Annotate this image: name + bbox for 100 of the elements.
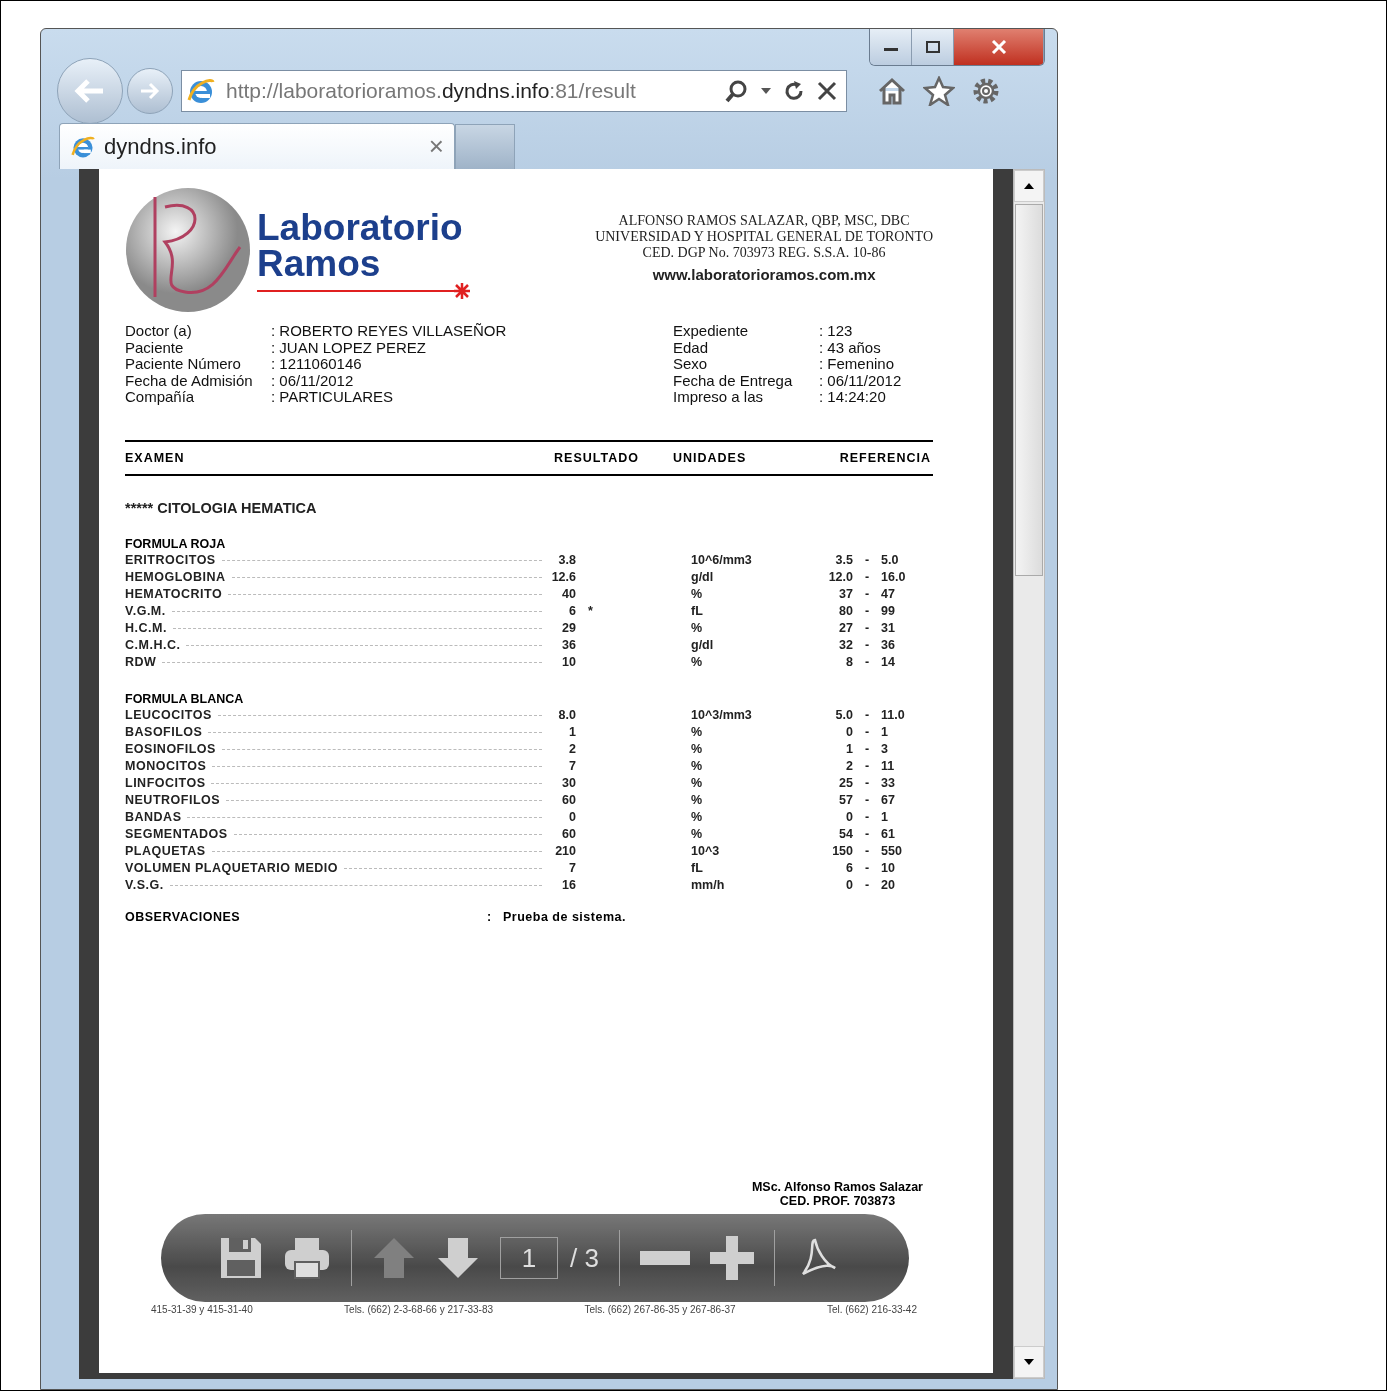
maximize-button[interactable] [912, 29, 954, 65]
unit-text: g/dl [691, 568, 715, 586]
website-text: www.laboratorioramos.com.mx [651, 266, 877, 283]
sphere-logo-icon [125, 187, 251, 313]
result-value: 3.8 [557, 551, 576, 569]
reference-high: 31 [881, 619, 896, 637]
unit-text: 10^6/mm3 [691, 551, 753, 569]
maximize-icon [925, 41, 940, 53]
print-icon[interactable] [283, 1236, 331, 1280]
result-value: 2 [568, 740, 576, 758]
down-arrow-icon[interactable] [436, 1236, 480, 1280]
reference-dash: - [863, 619, 871, 637]
result-value: 29 [561, 619, 576, 637]
scroll-thumb[interactable] [1015, 204, 1043, 576]
save-icon[interactable] [219, 1236, 263, 1280]
column-header: EXAMEN [125, 450, 186, 465]
globe-e-icon [186, 76, 216, 106]
result-value: 16 [561, 876, 576, 894]
column-header: RESULTADO [553, 450, 639, 465]
close-icon[interactable] [816, 80, 838, 102]
reference-dash: - [863, 706, 871, 724]
field-label: Paciente Número [125, 356, 242, 373]
reference-dash: - [863, 585, 871, 603]
reference-high: 33 [881, 774, 896, 792]
reference-high: 67 [881, 791, 896, 809]
footer-phone-text: Tels. (662) 2-3-68-66 y 217-33-83 [344, 1303, 494, 1315]
credential-line: CED. DGP No. 703973 REG. S.S.A. 10-86 [641, 245, 887, 261]
result-value: 1 [568, 723, 576, 741]
lab-name: Laboratorio [257, 210, 464, 246]
test-name: SEGMENTADOS [125, 825, 228, 843]
reference-dash: - [863, 859, 871, 877]
reference-dash: - [863, 723, 871, 741]
star-icon[interactable] [923, 76, 955, 106]
lab-name: Ramos [257, 246, 382, 282]
reference-high: 20 [881, 876, 896, 894]
page-number-field[interactable]: 1 [500, 1237, 558, 1279]
result-value: 36 [561, 636, 576, 654]
reference-high: 550 [881, 842, 903, 860]
minimize-button[interactable] [870, 29, 912, 65]
footer-phone-text: Tel. (662) 216-33-42 [826, 1303, 917, 1315]
reference-dash: - [863, 876, 871, 894]
field-value: : PARTICULARES [271, 389, 394, 406]
result-value: 7 [568, 757, 576, 775]
result-value: 60 [561, 791, 576, 809]
test-name: NEUTROFILOS [125, 791, 221, 809]
tab-close-button[interactable]: × [428, 131, 444, 162]
settings-icon[interactable] [971, 76, 1001, 106]
reference-high: 11.0 [881, 706, 906, 724]
field-label: Edad [673, 339, 709, 356]
group-title: FORMULA BLANCA [125, 690, 245, 707]
test-name: H.C.M. [125, 619, 167, 637]
unit-text: g/dl [691, 636, 715, 654]
result-value: 30 [561, 774, 576, 792]
unit-text: fL [691, 859, 704, 877]
unit-text: % [691, 757, 704, 775]
right-arrow-icon [139, 81, 161, 101]
scroll-up-button[interactable] [1014, 170, 1044, 202]
reference-dash: - [863, 740, 871, 758]
up-triangle-icon [1023, 182, 1035, 190]
reference-high: 16.0 [881, 568, 907, 586]
field-label: Fecha de Admisión [125, 372, 254, 389]
test-name: HEMOGLOBINA [125, 568, 226, 586]
observations-label: OBSERVACIONES [125, 909, 242, 924]
group-title: FORMULA ROJA [125, 535, 227, 552]
reference-low: 54 [838, 825, 853, 843]
unit-text: mm/h [691, 876, 726, 894]
reference-dash: - [863, 808, 871, 826]
test-name: VOLUMEN PLAQUETARIO MEDIO [125, 859, 338, 877]
url-text: http://laboratorioramos.dyndns.info:81/result [226, 79, 637, 103]
reference-dash: - [863, 653, 871, 671]
home-icon[interactable] [877, 76, 907, 106]
flag-mark: * [588, 603, 593, 618]
reference-high: 1 [881, 723, 889, 741]
field-value: : 1211060146 [271, 356, 363, 373]
scrollbar[interactable] [1013, 169, 1045, 1379]
unit-text: 10^3/mm3 [691, 706, 753, 724]
caret-icon[interactable] [760, 87, 772, 95]
credential-line: UNIVERSIDAD Y HOSPITAL GENERAL DE TORONTO [595, 229, 933, 245]
browser-tab[interactable]: dyndns.info × [59, 123, 455, 169]
field-label: Compañía [125, 389, 196, 406]
result-value: 8.0 [557, 706, 576, 724]
result-value: 6 [568, 602, 576, 620]
address-bar[interactable]: http://laboratorioramos.dyndns.info:81/result [181, 70, 847, 112]
field-label: Impreso a las [673, 389, 764, 406]
reference-low: 80 [838, 602, 853, 620]
reference-high: 61 [881, 825, 896, 843]
reference-dash: - [863, 791, 871, 809]
reference-low: 5.0 [834, 706, 853, 724]
tab-label: dyndns.info [104, 133, 218, 160]
result-value: 210 [554, 842, 576, 860]
reference-low: 0 [845, 808, 853, 826]
unit-text: % [691, 791, 704, 809]
unit-text: % [691, 774, 704, 792]
plus-icon[interactable] [709, 1236, 754, 1280]
scroll-down-button[interactable] [1014, 1346, 1044, 1378]
reference-low: 0 [845, 723, 853, 741]
reference-high: 14 [881, 653, 896, 671]
close-button[interactable] [954, 29, 1044, 65]
reference-low: 3.5 [834, 551, 853, 569]
reference-dash: - [863, 842, 871, 860]
